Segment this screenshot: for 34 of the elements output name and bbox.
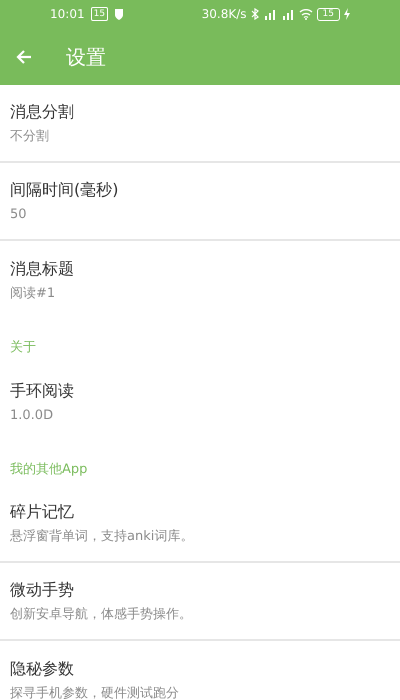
item-title: 间隔时间(毫秒)	[10, 178, 120, 201]
signal-icon	[262, 8, 277, 20]
item-title: 微动手势	[10, 578, 75, 601]
notification-badge: 15	[90, 7, 108, 21]
wifi-icon	[298, 8, 313, 20]
item-subtitle: 不分割	[10, 128, 50, 146]
item-title: 消息标题	[10, 258, 75, 280]
item-subtitle: 创新安卓导航，体感手势操作。	[10, 606, 193, 624]
item-subtitle: 1.0.0D	[10, 406, 54, 425]
bluetooth-icon	[250, 8, 259, 20]
settings-item[interactable]: 消息分割 不分割	[0, 85, 400, 163]
settings-item[interactable]: 间隔时间(毫秒) 50	[0, 163, 400, 241]
settings-item[interactable]: 碎片记忆 悬浮窗背单词，支持anki词库。	[0, 485, 400, 563]
settings-item[interactable]: 隐秘参数 探寻手机参数，硬件测试跑分	[0, 641, 400, 700]
status-time: 10:01	[50, 6, 85, 23]
settings-item[interactable]: 消息标题 阅读#1	[0, 241, 400, 319]
section-header: 关于	[10, 338, 36, 356]
network-speed: 30.8K/s	[202, 6, 247, 23]
item-title: 消息分割	[10, 100, 75, 123]
charging-icon	[344, 8, 350, 20]
signal-icon	[280, 8, 295, 20]
section-header: 我的其他App	[10, 460, 88, 478]
item-subtitle: 阅读#1	[10, 284, 56, 303]
item-title: 手环阅读	[10, 380, 75, 402]
item-title: 碎片记忆	[10, 500, 75, 523]
toolbar-title: 设置	[66, 44, 106, 70]
item-subtitle: 50	[10, 206, 28, 224]
item-subtitle: 悬浮窗背单词，支持anki词库。	[10, 528, 194, 546]
settings-item[interactable]: 手环阅读 1.0.0D	[0, 363, 400, 441]
item-subtitle: 探寻手机参数，硬件测试跑分	[10, 684, 180, 700]
item-title: 隐秘参数	[10, 658, 75, 680]
battery-indicator: 15	[316, 8, 340, 20]
settings-item[interactable]: 微动手势 创新安卓导航，体感手势操作。	[0, 563, 400, 641]
shield-icon	[114, 8, 124, 20]
